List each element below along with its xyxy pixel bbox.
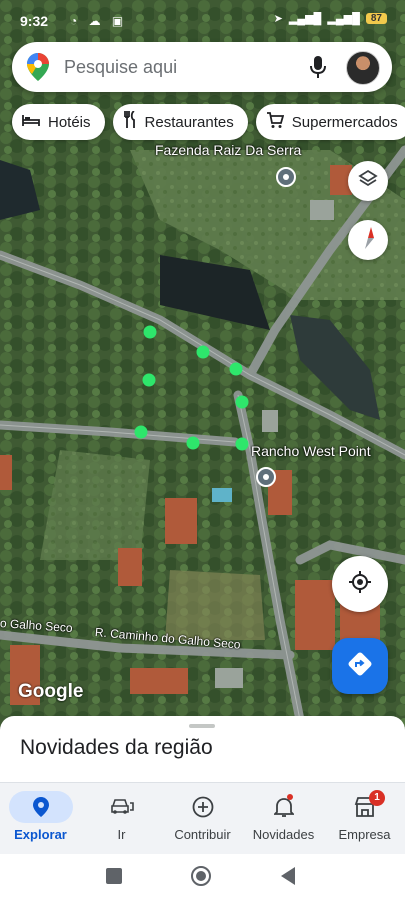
nav-label: Ir xyxy=(117,827,126,842)
layers-icon xyxy=(358,169,378,194)
bell-icon xyxy=(252,791,316,823)
shopping-cart-icon xyxy=(266,111,284,133)
nav-business[interactable]: 1 Empresa xyxy=(324,783,405,855)
explore-pin-icon xyxy=(8,791,73,823)
directions-icon xyxy=(347,651,373,682)
sheet-title: Novidades da região xyxy=(20,736,213,759)
sheet-drag-handle[interactable] xyxy=(189,724,215,728)
directions-button[interactable] xyxy=(332,638,388,694)
place-marker-icon[interactable] xyxy=(256,467,276,487)
field-marker xyxy=(134,425,148,439)
category-chips: Hotéis Restaurantes Supermercados xyxy=(12,104,405,142)
fork-knife-icon xyxy=(123,110,137,133)
google-attribution: Google xyxy=(18,681,84,702)
chip-label: Hotéis xyxy=(48,113,91,131)
car-icon xyxy=(90,791,154,823)
recents-button[interactable] xyxy=(106,868,122,889)
location-arrow-icon: ➤ xyxy=(273,13,283,25)
field-marker xyxy=(142,373,156,387)
nav-explore[interactable]: Explorar xyxy=(0,783,81,855)
field-marker xyxy=(229,362,243,376)
status-system-icons: ➤ ▂▄▆█ ▂▄▆█ 87 xyxy=(274,12,387,25)
field-marker xyxy=(235,437,249,451)
nav-label: Explorar xyxy=(14,827,67,842)
nav-contribute[interactable]: Contribuir xyxy=(162,783,243,855)
store-icon xyxy=(333,791,397,823)
notification-dot xyxy=(287,794,293,800)
search-input[interactable]: Pesquise aqui xyxy=(64,57,177,78)
back-button[interactable] xyxy=(280,867,296,890)
nav-label: Novidades xyxy=(252,827,315,842)
bottom-navigation: Explorar Ir Contribuir Novidades 1 Empre… xyxy=(0,782,405,855)
compass-button[interactable] xyxy=(348,220,388,260)
battery-icon: 87 xyxy=(365,13,387,24)
place-marker-icon[interactable] xyxy=(276,167,296,187)
chip-restaurants[interactable]: Restaurantes xyxy=(112,104,248,140)
search-bar[interactable]: Pesquise aqui xyxy=(12,42,392,92)
microphone-icon[interactable] xyxy=(310,56,326,83)
compass-icon xyxy=(358,226,378,255)
field-marker xyxy=(235,395,249,409)
system-navigation-bar xyxy=(0,854,405,900)
field-marker xyxy=(143,325,157,339)
bed-icon xyxy=(22,113,40,131)
signal-icon: ▂▄▆█ xyxy=(288,13,322,25)
field-marker xyxy=(196,345,210,359)
place-label[interactable]: Rancho West Point xyxy=(251,443,371,459)
my-location-button[interactable] xyxy=(332,556,388,612)
chip-hotels[interactable]: Hotéis xyxy=(12,104,105,140)
nav-label: Contribuir xyxy=(174,827,231,842)
status-bar: 9:32 ◔ ☁ ▣ ➤ ▂▄▆█ ▂▄▆█ 87 xyxy=(0,0,405,40)
avatar[interactable] xyxy=(346,51,380,85)
bottom-sheet[interactable]: Novidades da região xyxy=(0,716,405,786)
status-notification-icons: ◔ ☁ ▣ xyxy=(70,14,128,28)
nav-updates[interactable]: Novidades xyxy=(243,783,324,855)
nav-label: Empresa xyxy=(338,827,391,842)
crosshair-icon xyxy=(348,570,372,599)
home-button[interactable] xyxy=(190,865,212,892)
chip-label: Restaurantes xyxy=(144,113,234,131)
chip-label: Supermercados xyxy=(291,113,398,131)
google-maps-pin-icon xyxy=(27,53,49,86)
notification-badge: 1 xyxy=(369,790,385,806)
status-time: 9:32 xyxy=(20,13,49,29)
nav-go[interactable]: Ir xyxy=(81,783,162,855)
layers-button[interactable] xyxy=(348,161,388,201)
field-marker xyxy=(186,436,200,450)
place-label[interactable]: Fazenda Raiz Da Serra xyxy=(155,142,301,158)
add-circle-icon xyxy=(171,791,235,823)
signal-2-icon: ▂▄▆█ xyxy=(327,13,360,25)
chip-supermarkets[interactable]: Supermercados xyxy=(255,104,405,140)
